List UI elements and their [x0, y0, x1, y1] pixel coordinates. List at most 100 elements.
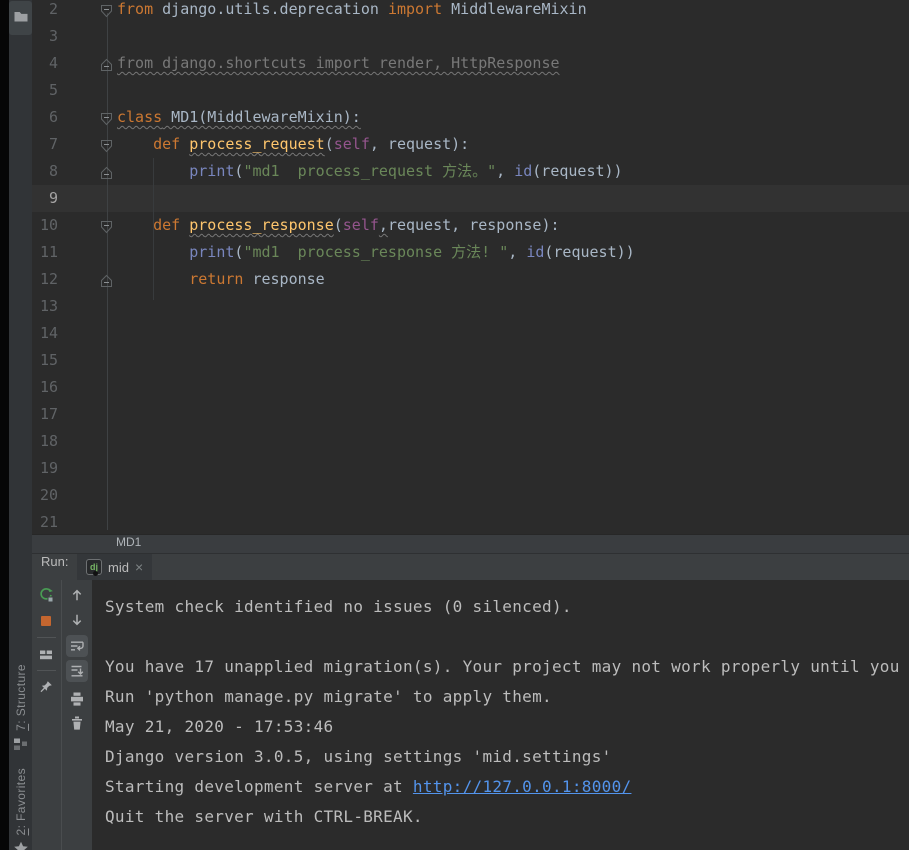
code-token: , [378, 216, 388, 234]
code-token: "md1 process_request 方法。" [243, 162, 497, 180]
code-token: (request)) [532, 162, 623, 180]
code-line[interactable]: def process_request(self, request): [117, 131, 469, 158]
line-number[interactable]: 11 [32, 239, 58, 266]
line-number[interactable]: 9 [32, 185, 58, 212]
window-edge [0, 0, 9, 850]
code-line[interactable]: return response [117, 266, 324, 293]
console-line: Quit the server with CTRL-BREAK. [105, 807, 423, 826]
code-token: , [508, 243, 527, 261]
code-token: MD1(MiddlewareMixin): [162, 108, 361, 126]
stop-icon[interactable] [35, 610, 57, 632]
code-line[interactable]: def process_response(self,request, respo… [117, 212, 559, 239]
up-stack-trace-icon[interactable] [66, 584, 88, 606]
code-token: (request)) [544, 243, 635, 261]
run-console[interactable]: System check identified no issues (0 sil… [92, 580, 909, 850]
sidebar-item-structure[interactable]: 7: Structure [9, 664, 32, 755]
line-number[interactable]: 12 [32, 266, 58, 293]
code-token: print [189, 162, 235, 180]
code-token: MiddlewareMixin [442, 0, 587, 18]
code-token: self [333, 135, 370, 153]
line-number[interactable]: 21 [32, 509, 58, 534]
run-tool-window: System check identified no issues (0 sil… [32, 580, 909, 850]
line-number[interactable]: 17 [32, 401, 58, 428]
pin-tab-icon[interactable] [35, 676, 57, 698]
fold-marker-icon[interactable] [100, 3, 113, 18]
console-line: System check identified no issues (0 sil… [105, 597, 572, 616]
project-tool-button[interactable] [9, 1, 32, 35]
code-token: id [514, 162, 533, 180]
line-number[interactable]: 16 [32, 374, 58, 401]
line-number[interactable]: 5 [32, 77, 58, 104]
line-number[interactable]: 4 [32, 50, 58, 77]
scroll-to-end-icon[interactable] [66, 660, 88, 682]
code-token: import [387, 0, 443, 18]
down-stack-trace-icon[interactable] [66, 609, 88, 631]
console-line: You have 17 unapplied migration(s). Your… [105, 657, 900, 676]
fold-marker-icon[interactable] [100, 111, 113, 126]
line-number[interactable]: 6 [32, 104, 58, 131]
code-token: def [153, 135, 181, 153]
line-number[interactable]: 8 [32, 158, 58, 185]
code-token: ( [333, 216, 343, 234]
django-run-config-icon: dj [86, 559, 102, 576]
fold-marker-icon[interactable] [100, 273, 113, 287]
code-token: "md1 process_response 方法! " [243, 243, 509, 261]
print-icon[interactable] [66, 688, 88, 710]
code-editor[interactable]: 2 3 4 5 6 7 8 9 10 11 12 13 14 15 16 17 18 19 20 21 from dj… [32, 0, 909, 534]
clear-console-icon[interactable] [66, 712, 88, 734]
fold-marker-icon[interactable] [100, 219, 113, 234]
console-line: Starting development server at http://12… [105, 777, 632, 796]
console-line: Django version 3.0.5, using settings 'mi… [105, 747, 612, 766]
line-number[interactable]: 3 [32, 23, 58, 50]
star-icon [13, 841, 29, 850]
fold-marker-icon[interactable] [100, 165, 113, 179]
line-number[interactable]: 15 [32, 347, 58, 374]
restore-layout-icon[interactable] [35, 643, 57, 665]
line-number[interactable]: 2 [32, 0, 58, 23]
fold-scope-line [107, 13, 108, 530]
code-line[interactable]: from django.shortcuts import render, Htt… [117, 50, 560, 77]
line-number[interactable]: 7 [32, 131, 58, 158]
code-line[interactable]: print("md1 process_request 方法。", id(requ… [117, 158, 623, 185]
code-token: ( [324, 135, 334, 153]
ide-window: 7: Structure 2: Favorites 2 3 4 5 6 7 8 9 10 11 12… [0, 0, 909, 850]
rerun-icon[interactable] [35, 584, 57, 606]
code-line[interactable]: from django.utils.deprecation import Mid… [117, 0, 587, 23]
line-number[interactable]: 19 [32, 455, 58, 482]
line-number[interactable]: 20 [32, 482, 58, 509]
code-token: , [496, 162, 515, 180]
line-number[interactable]: 18 [32, 428, 58, 455]
line-number[interactable]: 10 [32, 212, 58, 239]
run-tab-title: mid [108, 559, 129, 575]
favorites-label: 2: Favorites [13, 768, 28, 836]
code-token: , request): [369, 135, 470, 153]
line-number[interactable]: 14 [32, 320, 58, 347]
breadcrumb-bar: MD1 [32, 534, 909, 553]
fold-marker-icon[interactable] [100, 138, 113, 153]
line-number[interactable]: 13 [32, 293, 58, 320]
toolbar-separator [37, 637, 56, 638]
run-label: Run: [41, 554, 69, 569]
console-line: Run 'python manage.py migrate' to apply … [105, 687, 552, 706]
sidebar-item-favorites[interactable]: 2: Favorites [9, 768, 32, 850]
breadcrumb-item-md1[interactable]: MD1 [116, 535, 141, 549]
code-line[interactable]: print("md1 process_response 方法! ", id(re… [117, 239, 635, 266]
soft-wrap-icon[interactable] [66, 635, 88, 657]
code-token: process_response [189, 216, 334, 234]
run-tab-mid[interactable]: dj mid × [77, 554, 153, 580]
structure-icon [13, 736, 28, 755]
fold-marker-icon[interactable] [100, 57, 113, 71]
code-token: return [189, 270, 244, 288]
current-line-highlight [32, 185, 909, 212]
server-url-link[interactable]: http://127.0.0.1:8000/ [413, 777, 632, 796]
run-state-dot [93, 571, 98, 576]
close-icon[interactable]: × [135, 560, 143, 574]
code-line[interactable]: class MD1(MiddlewareMixin): [117, 104, 361, 131]
tool-window-stripe: 7: Structure 2: Favorites [0, 0, 32, 850]
